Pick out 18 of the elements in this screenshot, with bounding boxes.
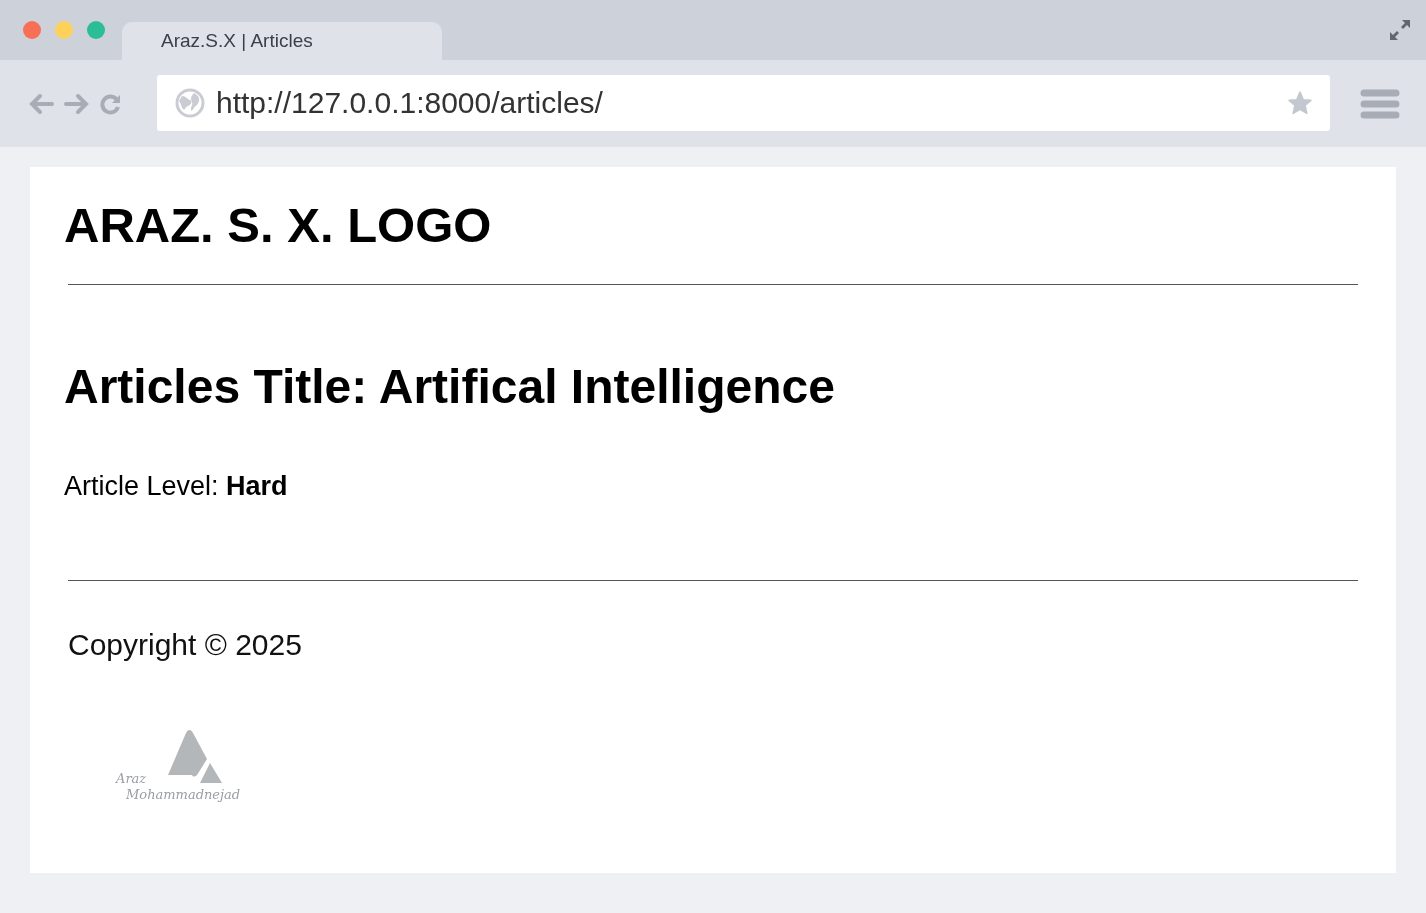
article-level: Article Level: Hard — [64, 470, 289, 503]
signature-text: Araz — [116, 771, 147, 786]
copyright-text: Copyright © 2025 — [68, 627, 303, 663]
star-icon[interactable] — [1287, 89, 1313, 116]
minimize-window-button[interactable] — [55, 21, 73, 39]
signature-text: Mohammadnejad — [126, 787, 241, 802]
forward-icon[interactable] — [64, 92, 90, 115]
logo-text: ARAZ. S. X. LOGO — [64, 197, 493, 253]
menu-icon[interactable] — [1360, 87, 1400, 120]
maximize-window-button[interactable] — [87, 21, 105, 39]
back-icon[interactable] — [28, 92, 54, 115]
browser-tab[interactable]: Araz.S.X | Articles — [122, 22, 442, 60]
close-window-button[interactable] — [23, 21, 41, 39]
address-bar[interactable]: http://127.0.0.1:8000/articles/ — [157, 74, 1330, 131]
fullscreen-icon[interactable] — [1388, 18, 1412, 42]
article-title: Articles Title: Artifical Intelligence — [64, 359, 836, 415]
reload-icon[interactable] — [100, 92, 122, 115]
url-text: http://127.0.0.1:8000/articles/ — [216, 85, 604, 120]
